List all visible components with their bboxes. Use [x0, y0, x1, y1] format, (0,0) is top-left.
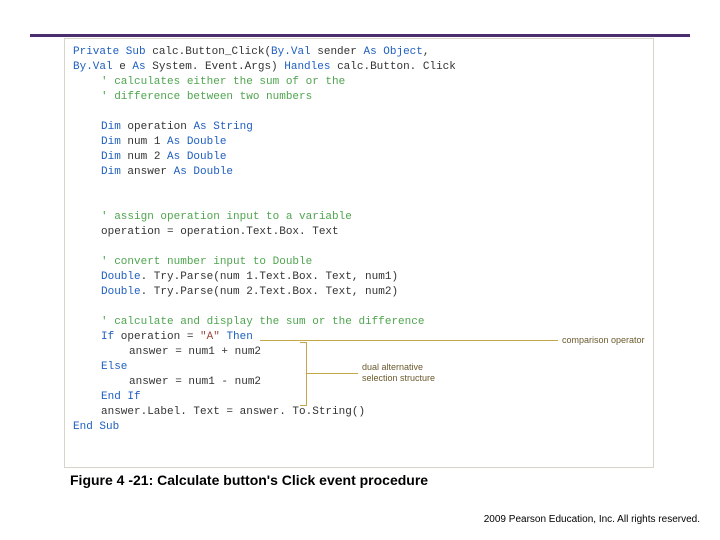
code-line: answer.Label. Text = answer. To.String()	[73, 405, 645, 420]
annotation-connector	[260, 340, 558, 341]
code-line: answer = num1 - num2	[73, 375, 645, 390]
code-line: If operation = "A" Then	[73, 330, 645, 345]
code-line: Else	[73, 360, 645, 375]
code-line: Dim num 2 As Double	[73, 150, 645, 165]
code-comment: ' calculates either the sum of or the	[73, 75, 645, 90]
code-line: Double. Try.Parse(num 1.Text.Box. Text, …	[73, 270, 645, 285]
code-line: Dim operation As String	[73, 120, 645, 135]
accent-bar	[30, 34, 690, 37]
code-line: End If	[73, 390, 645, 405]
code-comment: ' calculate and display the sum or the d…	[73, 315, 645, 330]
blank-line	[73, 180, 645, 195]
code-comment: ' difference between two numbers	[73, 90, 645, 105]
blank-line	[73, 240, 645, 255]
code-line: Private Sub calc.Button_Click(By.Val sen…	[73, 45, 645, 60]
annotation-label-comparison-operator: comparison operator	[562, 335, 645, 346]
code-line: By.Val e As System. Event.Args) Handles …	[73, 60, 645, 75]
code-comment: ' convert number input to Double	[73, 255, 645, 270]
annotation-label-dual-alternative: dual alternativeselection structure	[362, 362, 435, 384]
code-line: Double. Try.Parse(num 2.Text.Box. Text, …	[73, 285, 645, 300]
code-line: Dim num 1 As Double	[73, 135, 645, 150]
figure-caption: Figure 4 -21: Calculate button's Click e…	[70, 472, 428, 488]
code-line: operation = operation.Text.Box. Text	[73, 225, 645, 240]
copyright-notice: 2009 Pearson Education, Inc. All rights …	[484, 514, 700, 525]
code-listing: Private Sub calc.Button_Click(By.Val sen…	[64, 38, 654, 468]
blank-line	[73, 300, 645, 315]
code-comment: ' assign operation input to a variable	[73, 210, 645, 225]
annotation-bracket	[300, 342, 307, 406]
code-line: answer = num1 + num2	[73, 345, 645, 360]
annotation-connector	[306, 373, 358, 374]
blank-line	[73, 195, 645, 210]
code-line: Dim answer As Double	[73, 165, 645, 180]
code-line: End Sub	[73, 420, 645, 435]
blank-line	[73, 105, 645, 120]
